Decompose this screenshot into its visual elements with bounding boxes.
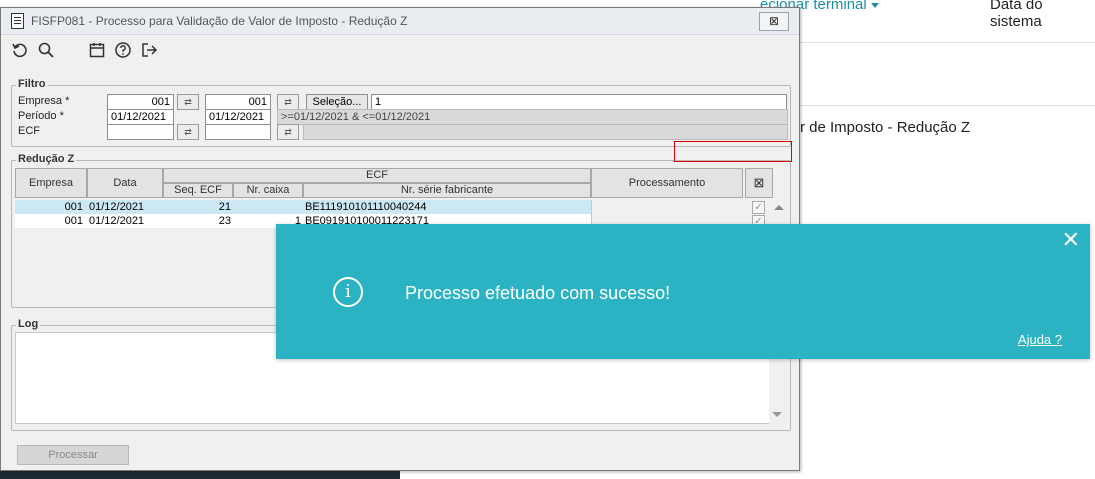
ecf-label: ECF [18, 125, 40, 137]
empresa-label: Empresa * [18, 95, 70, 107]
periodo-to-input[interactable]: 01/12/2021 [205, 109, 271, 125]
ecf-from-picker-button[interactable]: ⇄ [177, 124, 199, 140]
log-title: Log [16, 318, 41, 330]
reducao-z-title: Redução Z [16, 153, 77, 165]
ecf-expression-field [303, 124, 788, 140]
window-close-button[interactable]: ⊠ [759, 12, 789, 31]
ecf-from-input[interactable] [107, 124, 174, 140]
row-checkbox[interactable]: ✓ [752, 201, 765, 214]
document-icon [11, 13, 24, 29]
notification-message: Processo efetuado com sucesso! [405, 283, 671, 303]
empresa-from-picker-button[interactable]: ⇄ [177, 94, 199, 110]
undo-icon[interactable] [11, 41, 29, 59]
periodo-expression-field: >=01/12/2021 & <=01/12/2021 [277, 109, 788, 125]
selecao-button[interactable]: Seleção... [306, 94, 368, 110]
empresa-to-picker-button[interactable]: ⇄ [277, 94, 299, 110]
cell-nr-serie: BE111910101110040244 [305, 201, 427, 213]
column-header-seq-ecf[interactable]: Seq. ECF [163, 183, 233, 198]
window-titlebar[interactable]: FISFP081 - Processo para Validação de Va… [1, 8, 799, 35]
cell-data: 01/12/2021 [89, 215, 145, 227]
column-header-nr-caixa[interactable]: Nr. caixa [233, 183, 303, 198]
select-all-toggle-icon[interactable]: ⊠ [745, 168, 773, 198]
calendar-icon[interactable] [88, 41, 106, 59]
periodo-from-input[interactable]: 01/12/2021 [107, 109, 174, 125]
column-group-ecf: ECF [163, 168, 591, 183]
processar-button[interactable]: Processar [17, 445, 129, 465]
background-divider [800, 105, 1095, 106]
column-header-empresa[interactable]: Empresa [15, 168, 87, 198]
column-header-data[interactable]: Data [87, 168, 163, 198]
scroll-up-icon[interactable] [774, 205, 784, 210]
caret-down-icon [870, 2, 879, 8]
window-title: FISFP081 - Processo para Validação de Va… [31, 14, 408, 28]
ecf-to-input[interactable] [205, 124, 271, 140]
selecao-button-label: Seleção... [312, 96, 362, 108]
highlight-box [674, 141, 792, 162]
cell-seq-ecf: 23 [218, 215, 231, 227]
success-notification: i Processo efetuado com sucesso! ✕ Ajuda… [276, 224, 1090, 359]
background-page-title: r de Imposto - Redução Z [800, 119, 971, 136]
close-icon[interactable]: ✕ [1062, 229, 1080, 251]
search-icon[interactable] [37, 41, 55, 59]
exit-icon[interactable] [140, 41, 158, 59]
scroll-down-icon[interactable] [772, 412, 782, 417]
processar-button-label: Processar [48, 449, 98, 461]
periodo-label: Período * [18, 110, 64, 122]
filtro-title: Filtro [16, 78, 48, 90]
system-date-label: Data do sistema [990, 0, 1043, 30]
cell-data: 01/12/2021 [89, 201, 145, 213]
column-header-nr-serie[interactable]: Nr. série fabricante [303, 183, 591, 198]
help-icon[interactable] [114, 41, 132, 59]
empresa-from-input[interactable]: 001 [107, 94, 174, 110]
cell-empresa: 001 [64, 201, 83, 213]
table-row[interactable]: 001 01/12/2021 21 BE111910101110040244 [15, 200, 591, 214]
ecf-to-picker-button[interactable]: ⇄ [277, 124, 299, 140]
toolbar [1, 35, 799, 65]
empresa-to-input[interactable]: 001 [205, 94, 271, 110]
column-header-processamento[interactable]: Processamento [591, 168, 743, 198]
selecao-value-field[interactable]: 1 [371, 94, 787, 110]
info-icon: i [333, 277, 363, 307]
cell-seq-ecf: 21 [218, 201, 231, 213]
cell-empresa: 001 [64, 215, 83, 227]
cell-nr-caixa [233, 200, 303, 214]
help-link[interactable]: Ajuda ? [1018, 332, 1062, 347]
